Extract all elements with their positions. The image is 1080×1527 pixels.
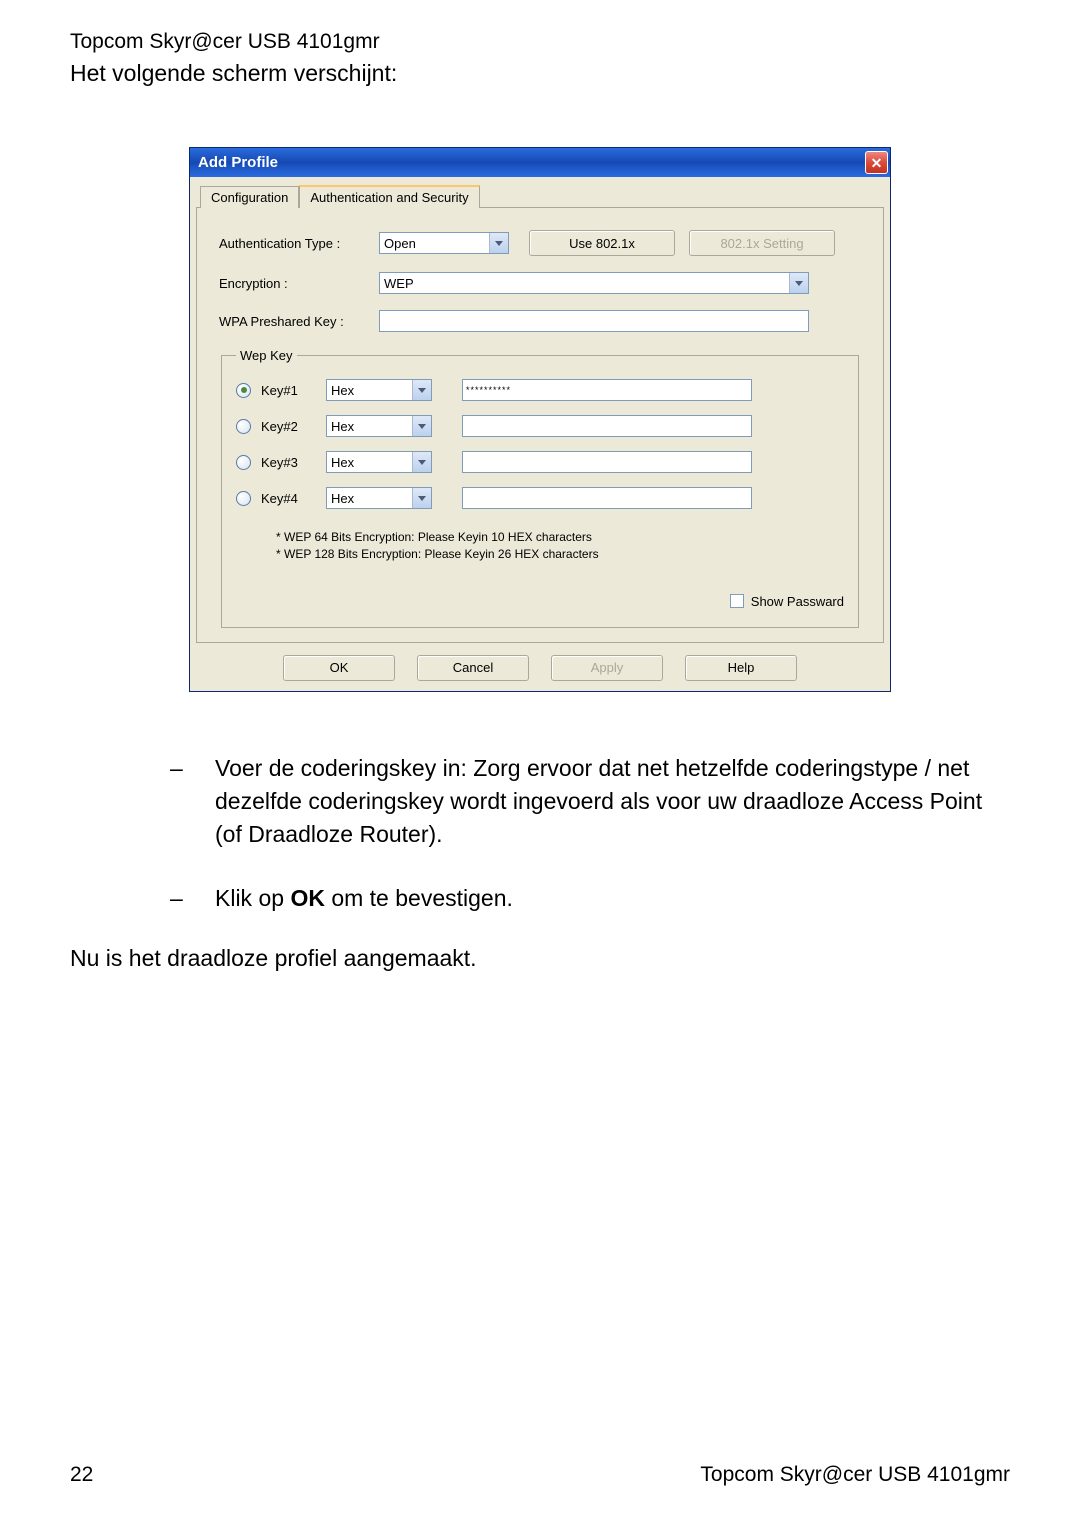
- wep-key1-label: Key#1: [261, 383, 298, 398]
- add-profile-dialog: Add Profile ✕ Configuration Authenticati…: [189, 147, 891, 692]
- wpa-psk-label: WPA Preshared Key :: [219, 314, 379, 329]
- intro-text: Het volgende scherm verschijnt:: [70, 60, 1010, 87]
- wep-key3-format-value: Hex: [327, 455, 354, 470]
- dropdown-icon: [789, 273, 808, 293]
- wep-key1-format-combo[interactable]: Hex: [326, 379, 432, 401]
- dropdown-icon: [412, 380, 431, 400]
- bullet-2-text: Klik op OK om te bevestigen.: [215, 882, 1010, 915]
- wep-key3-label: Key#3: [261, 455, 298, 470]
- wep-key-row-3: Key#3 Hex: [236, 451, 844, 473]
- wep-key4-radio[interactable]: [236, 491, 251, 506]
- bullet-2-bold: OK: [290, 885, 325, 911]
- wep-key2-format-combo[interactable]: Hex: [326, 415, 432, 437]
- wep-key1-format-value: Hex: [327, 383, 354, 398]
- wep-hint: * WEP 64 Bits Encryption: Please Keyin 1…: [236, 529, 844, 564]
- help-button[interactable]: Help: [685, 655, 797, 681]
- cancel-button[interactable]: Cancel: [417, 655, 529, 681]
- encryption-combo[interactable]: WEP: [379, 272, 809, 294]
- wep-key1-input[interactable]: **********: [462, 379, 752, 401]
- wep-key1-radio[interactable]: [236, 383, 251, 398]
- footer-right: Topcom Skyr@cer USB 4101gmr: [700, 1463, 1010, 1487]
- dropdown-icon: [412, 416, 431, 436]
- wep-key3-format-combo[interactable]: Hex: [326, 451, 432, 473]
- dropdown-icon: [489, 233, 508, 253]
- show-password-label: Show Passward: [751, 594, 844, 609]
- wep-key-row-4: Key#4 Hex: [236, 487, 844, 509]
- auth-panel: Authentication Type : Open Use 802.1x 80…: [196, 208, 884, 643]
- wep-key4-input[interactable]: [462, 487, 752, 509]
- use-8021x-button[interactable]: Use 802.1x: [529, 230, 675, 256]
- dialog-button-row: OK Cancel Apply Help: [196, 643, 884, 685]
- wep-key4-label: Key#4: [261, 491, 298, 506]
- tab-strip: Configuration Authentication and Securit…: [196, 185, 884, 208]
- bullet-1-text: Voer de coderingskey in: Zorg ervoor dat…: [215, 752, 1010, 852]
- final-line: Nu is het draadloze profiel aangemaakt.: [70, 945, 1010, 972]
- bullet-dash: –: [170, 882, 215, 915]
- wep-key1-value: **********: [463, 385, 511, 395]
- wep-key-row-2: Key#2 Hex: [236, 415, 844, 437]
- tab-configuration[interactable]: Configuration: [200, 186, 299, 208]
- show-password-checkbox[interactable]: [730, 594, 744, 608]
- ok-button[interactable]: OK: [283, 655, 395, 681]
- wep-key2-format-value: Hex: [327, 419, 354, 434]
- wep-hint-line1: * WEP 64 Bits Encryption: Please Keyin 1…: [276, 529, 844, 546]
- encryption-value: WEP: [380, 276, 414, 291]
- wep-key4-format-value: Hex: [327, 491, 354, 506]
- wep-key-legend: Wep Key: [236, 348, 297, 363]
- tab-authentication-and-security[interactable]: Authentication and Security: [299, 185, 479, 208]
- bullet-2-pre: Klik op: [215, 885, 290, 911]
- wep-key2-input[interactable]: [462, 415, 752, 437]
- wpa-psk-input[interactable]: [379, 310, 809, 332]
- wep-key2-label: Key#2: [261, 419, 298, 434]
- wep-key4-format-combo[interactable]: Hex: [326, 487, 432, 509]
- 8021x-setting-button[interactable]: 802.1x Setting: [689, 230, 835, 256]
- auth-type-value: Open: [380, 236, 416, 251]
- wep-key-row-1: Key#1 Hex **********: [236, 379, 844, 401]
- auth-type-combo[interactable]: Open: [379, 232, 509, 254]
- dropdown-icon: [412, 488, 431, 508]
- close-button[interactable]: ✕: [865, 151, 888, 174]
- wep-key3-input[interactable]: [462, 451, 752, 473]
- page-number: 22: [70, 1463, 93, 1487]
- encryption-label: Encryption :: [219, 276, 379, 291]
- wep-hint-line2: * WEP 128 Bits Encryption: Please Keyin …: [276, 546, 844, 563]
- close-icon: ✕: [871, 156, 883, 170]
- dropdown-icon: [412, 452, 431, 472]
- window-title: Add Profile: [198, 154, 278, 171]
- header-line: Topcom Skyr@cer USB 4101gmr: [70, 30, 1010, 54]
- wep-key2-radio[interactable]: [236, 419, 251, 434]
- wep-key-fieldset: Wep Key Key#1 Hex **********: [221, 348, 859, 628]
- apply-button[interactable]: Apply: [551, 655, 663, 681]
- auth-type-label: Authentication Type :: [219, 236, 379, 251]
- wep-key3-radio[interactable]: [236, 455, 251, 470]
- bullet-2-post: om te bevestigen.: [325, 885, 513, 911]
- titlebar: Add Profile ✕: [190, 148, 890, 177]
- bullet-dash: –: [170, 752, 215, 852]
